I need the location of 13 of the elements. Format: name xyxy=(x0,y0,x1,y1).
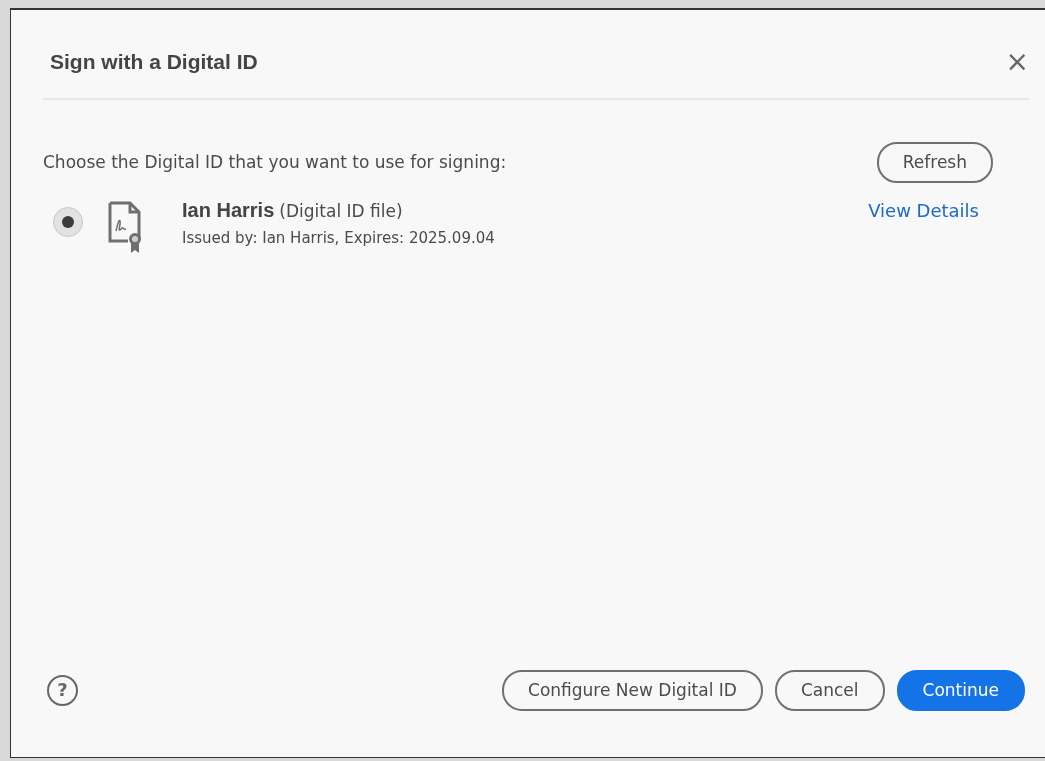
action-button[interactable]: Configure New Digital ID xyxy=(502,669,763,711)
view-details-link[interactable]: View Details xyxy=(868,197,979,224)
dialog-title: Sign with a Digital ID xyxy=(50,49,258,75)
id-title: Ian Harris (Digital ID file) xyxy=(182,198,404,223)
primary-button[interactable]: Continue xyxy=(896,669,1025,711)
id-details: Issued by: Ian Harris, Expires: 2025.09.04 xyxy=(182,228,496,249)
radio-button[interactable] xyxy=(53,207,83,237)
certificate-file-icon xyxy=(108,201,142,253)
close-button[interactable]: × xyxy=(1005,47,1029,76)
help-button[interactable]: ? xyxy=(47,674,78,706)
refresh-button[interactable]: Refresh xyxy=(876,141,993,183)
action-button[interactable]: Cancel xyxy=(774,669,885,711)
prompt-text: Choose the Digital ID that you want to use for signing: xyxy=(43,150,507,174)
